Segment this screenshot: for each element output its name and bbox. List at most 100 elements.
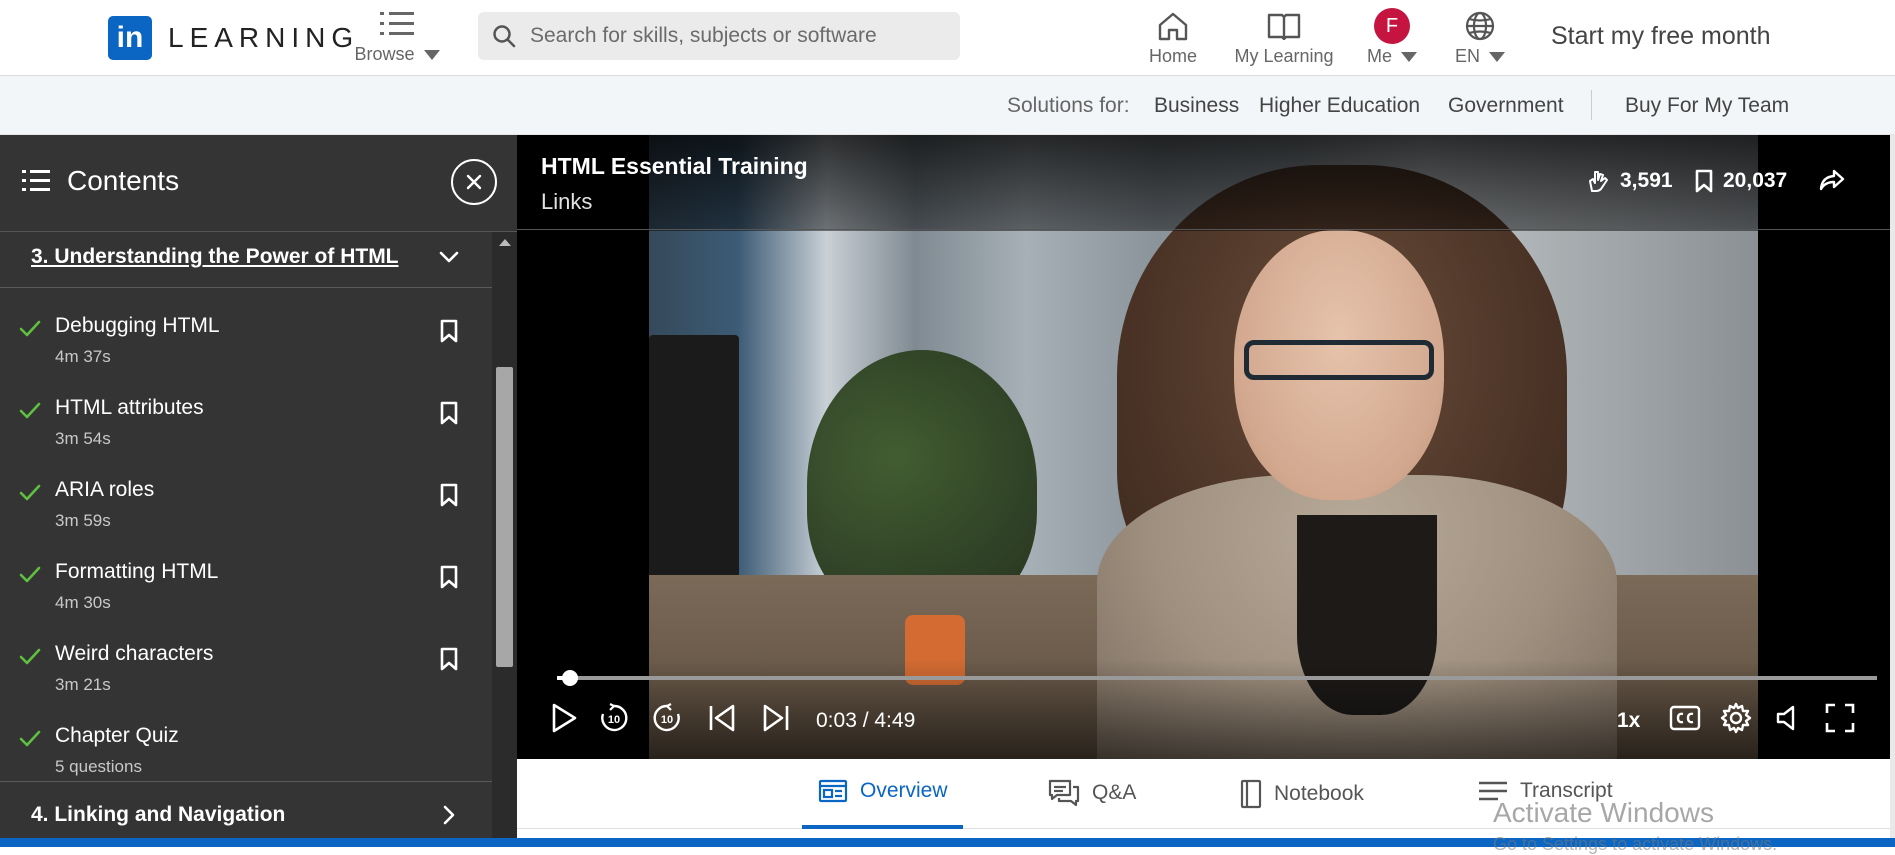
contents-header: Contents	[0, 135, 517, 232]
buy-for-my-team-link[interactable]: Buy For My Team	[1625, 94, 1789, 118]
lesson-title: Weird characters	[55, 642, 214, 665]
notebook-icon	[1240, 779, 1262, 809]
language-selector[interactable]: EN	[1450, 6, 1510, 67]
solutions-higher-education-link[interactable]: Higher Education	[1259, 94, 1420, 118]
lesson-duration: 3m 59s	[55, 511, 111, 530]
skip-next-icon	[763, 704, 789, 732]
volume-button[interactable]	[1771, 701, 1805, 735]
chevron-right-icon	[443, 805, 455, 825]
bookmark-icon[interactable]	[440, 483, 458, 507]
forward-10-button[interactable]: 10	[650, 701, 684, 735]
close-contents-button[interactable]	[451, 159, 497, 205]
tab-qa[interactable]: Q&A	[1048, 779, 1136, 807]
check-icon	[19, 484, 41, 501]
top-navigation-bar: in LEARNING Browse Home My Learning F Me…	[0, 0, 1895, 76]
search-bar[interactable]	[478, 12, 960, 60]
solutions-business-link[interactable]: Business	[1154, 94, 1239, 118]
next-video-button[interactable]	[759, 701, 793, 735]
start-free-month-link[interactable]: Start my free month	[1551, 22, 1771, 51]
like-button[interactable]: 3,591	[1586, 169, 1673, 193]
skip-previous-icon	[709, 704, 735, 732]
bookmark-icon[interactable]	[440, 319, 458, 343]
forward-seconds: 10	[661, 714, 673, 726]
check-icon	[19, 730, 41, 747]
lesson-item[interactable]: HTML attributes 3m 54s	[0, 379, 492, 461]
divider	[0, 781, 492, 782]
tab-qa-label: Q&A	[1092, 781, 1137, 804]
play-button[interactable]	[547, 701, 581, 735]
browse-menu-button[interactable]: Browse	[352, 8, 442, 65]
activate-windows-title: Activate Windows	[1493, 797, 1714, 828]
chapter-3-header[interactable]: 3. Understanding the Power of HTML	[0, 232, 492, 288]
rewind-10-button[interactable]: 10	[597, 701, 631, 735]
lesson-item[interactable]: Debugging HTML 4m 37s	[0, 297, 492, 379]
lesson-duration: 4m 30s	[55, 593, 111, 612]
avatar: F	[1374, 8, 1410, 44]
lesson-item[interactable]: Weird characters 3m 21s	[0, 625, 492, 707]
time-display: 0:03 / 4:49	[816, 709, 916, 732]
lesson-duration: 3m 21s	[55, 675, 111, 694]
page-scrollbar[interactable]	[1890, 135, 1895, 838]
bookmark-icon[interactable]	[440, 401, 458, 425]
lesson-title: HTML attributes	[55, 396, 204, 419]
lesson-title: Links	[541, 189, 593, 214]
previous-video-button[interactable]	[705, 701, 739, 735]
nav-home[interactable]: Home	[1143, 6, 1203, 67]
fullscreen-button[interactable]	[1822, 701, 1858, 735]
contents-sidebar: Contents 3. Understanding the Power of H…	[0, 135, 517, 847]
captions-button[interactable]	[1667, 701, 1703, 735]
lesson-title: ARIA roles	[55, 478, 155, 501]
share-button[interactable]	[1819, 169, 1845, 191]
book-icon	[1230, 6, 1338, 46]
close-icon	[466, 174, 482, 190]
quiz-item[interactable]: Chapter Quiz 5 questions	[0, 707, 492, 789]
save-count: 20,037	[1723, 169, 1788, 192]
playback-speed-button[interactable]: 1x	[1617, 709, 1640, 733]
lesson-title: Debugging HTML	[55, 314, 220, 337]
lesson-item[interactable]: ARIA roles 3m 59s	[0, 461, 492, 543]
lesson-duration: 4m 37s	[55, 347, 111, 366]
divider	[0, 287, 492, 288]
video-player[interactable]: HTML Essential Training Links 3,591 20,0…	[517, 135, 1890, 759]
activate-windows-subtitle: Go to Settings to activate Windows.	[1493, 834, 1778, 854]
caret-down-icon	[1489, 52, 1506, 62]
progress-bar[interactable]	[557, 676, 1877, 680]
logo-text: LEARNING	[168, 22, 360, 53]
bookmark-icon[interactable]	[440, 647, 458, 671]
divider	[1591, 90, 1592, 120]
sidebar-scroll-thumb[interactable]	[496, 367, 513, 667]
tab-overview[interactable]: Overview	[818, 779, 948, 803]
check-icon	[19, 402, 41, 419]
check-icon	[19, 566, 41, 583]
nav-my-learning[interactable]: My Learning	[1230, 6, 1338, 67]
globe-icon	[1450, 6, 1510, 46]
caret-down-icon	[1401, 52, 1418, 62]
bookmark-icon[interactable]	[440, 565, 458, 589]
chevron-down-icon	[439, 251, 459, 263]
contents-title: Contents	[67, 165, 180, 196]
solutions-government-link[interactable]: Government	[1448, 94, 1564, 118]
rewind-10-icon: 10	[601, 703, 628, 732]
chapter-title: 4. Linking and Navigation	[31, 803, 286, 826]
nav-my-learning-label: My Learning	[1234, 46, 1334, 66]
divider	[517, 229, 1890, 230]
linkedin-learning-logo[interactable]: in LEARNING	[108, 16, 359, 60]
scroll-up-arrow-icon[interactable]	[499, 239, 511, 246]
tab-notebook[interactable]: Notebook	[1240, 779, 1364, 809]
lesson-item[interactable]: Formatting HTML 4m 30s	[0, 543, 492, 625]
chat-bubbles-icon	[1048, 779, 1080, 807]
closed-captions-icon	[1669, 705, 1701, 731]
video-info-overlay	[517, 135, 1890, 231]
tab-notebook-label: Notebook	[1274, 782, 1364, 805]
bookmark-icon	[1695, 169, 1713, 193]
search-input[interactable]	[530, 24, 950, 48]
check-icon	[19, 320, 41, 337]
save-button[interactable]: 20,037	[1695, 169, 1787, 193]
linkedin-logo-mark: in	[108, 16, 152, 60]
forward-10-icon: 10	[653, 703, 680, 732]
clap-icon	[1589, 171, 1608, 192]
overview-icon	[818, 779, 848, 803]
check-icon	[19, 648, 41, 665]
settings-button[interactable]	[1718, 701, 1754, 735]
nav-me-menu[interactable]: F Me	[1362, 6, 1422, 67]
